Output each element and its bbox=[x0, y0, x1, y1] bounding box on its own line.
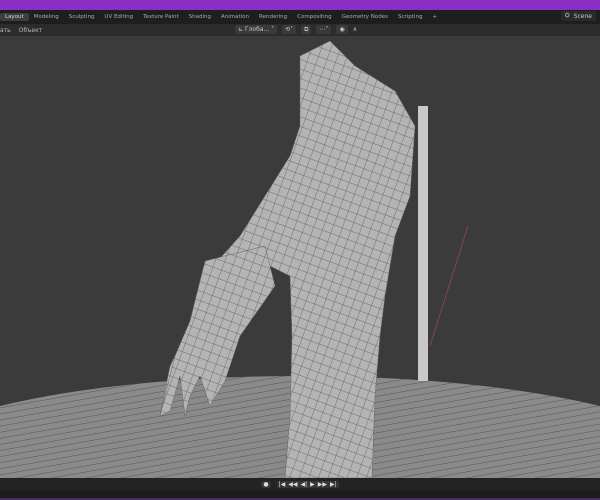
tab-uv-editing[interactable]: UV Editing bbox=[99, 13, 138, 21]
tab-layout[interactable]: Layout bbox=[0, 13, 29, 21]
play-button[interactable]: ▶ bbox=[310, 481, 315, 488]
scene-label: Scene bbox=[573, 12, 592, 20]
scene-icon: ⛭ bbox=[564, 12, 570, 19]
snap-toggle[interactable]: ⧉ bbox=[301, 25, 312, 34]
jump-keyframe-forward-button[interactable]: ▶▶ bbox=[318, 481, 327, 488]
menu-object[interactable]: Объект bbox=[19, 27, 42, 34]
timeline-area[interactable] bbox=[0, 491, 600, 500]
timeline-controls: ● |◀ ◀◀ ◀| ▶ ▶▶ ▶| bbox=[0, 478, 600, 491]
axis-line bbox=[429, 225, 469, 347]
jump-keyframe-back-button[interactable]: ◀◀ bbox=[288, 481, 297, 488]
transform-orientation-dropdown[interactable]: ⊾ Глоба... ˅ bbox=[235, 25, 278, 34]
tab-sculpting[interactable]: Sculpting bbox=[64, 13, 100, 21]
pivot-dropdown[interactable]: ⟲˅ bbox=[282, 25, 297, 34]
tab-geometry-nodes[interactable]: Geometry Nodes bbox=[337, 13, 393, 21]
tab-rendering[interactable]: Rendering bbox=[254, 13, 292, 21]
tab-scripting[interactable]: Scripting bbox=[393, 13, 427, 21]
add-workspace-button[interactable]: + bbox=[427, 13, 442, 21]
play-reverse-button[interactable]: ◀| bbox=[300, 481, 307, 488]
menu-select[interactable]: ать bbox=[0, 27, 11, 34]
proportional-edit-toggle[interactable]: ◉ bbox=[336, 25, 348, 34]
viewport-header: ать Объект ⊾ Глоба... ˅ ⟲˅ ⧉ ⋯˅ ◉ ∧ bbox=[0, 24, 600, 36]
viewport-scene bbox=[0, 40, 600, 478]
tab-compositing[interactable]: Compositing bbox=[292, 13, 336, 21]
tab-texture-paint[interactable]: Texture Paint bbox=[138, 13, 184, 21]
playback-controls: |◀ ◀◀ ◀| ▶ ▶▶ ▶| bbox=[276, 481, 339, 488]
record-button[interactable]: ● bbox=[261, 481, 271, 488]
snap-dropdown[interactable]: ⋯˅ bbox=[316, 25, 332, 34]
axes-icon: ⊾ bbox=[238, 26, 245, 33]
pole bbox=[418, 106, 428, 381]
workspace-tabs: Layout Modeling Sculpting UV Editing Tex… bbox=[0, 10, 600, 24]
jump-end-button[interactable]: ▶| bbox=[330, 481, 337, 488]
scene-selector[interactable]: ⛭ Scene bbox=[560, 11, 596, 21]
falloff-icon[interactable]: ∧ bbox=[353, 26, 357, 33]
tab-animation[interactable]: Animation bbox=[216, 13, 254, 21]
jump-start-button[interactable]: |◀ bbox=[279, 481, 286, 488]
title-bar bbox=[0, 0, 600, 10]
3d-viewport[interactable] bbox=[0, 36, 600, 478]
tab-modeling[interactable]: Modeling bbox=[29, 13, 64, 21]
tab-shading[interactable]: Shading bbox=[184, 13, 216, 21]
